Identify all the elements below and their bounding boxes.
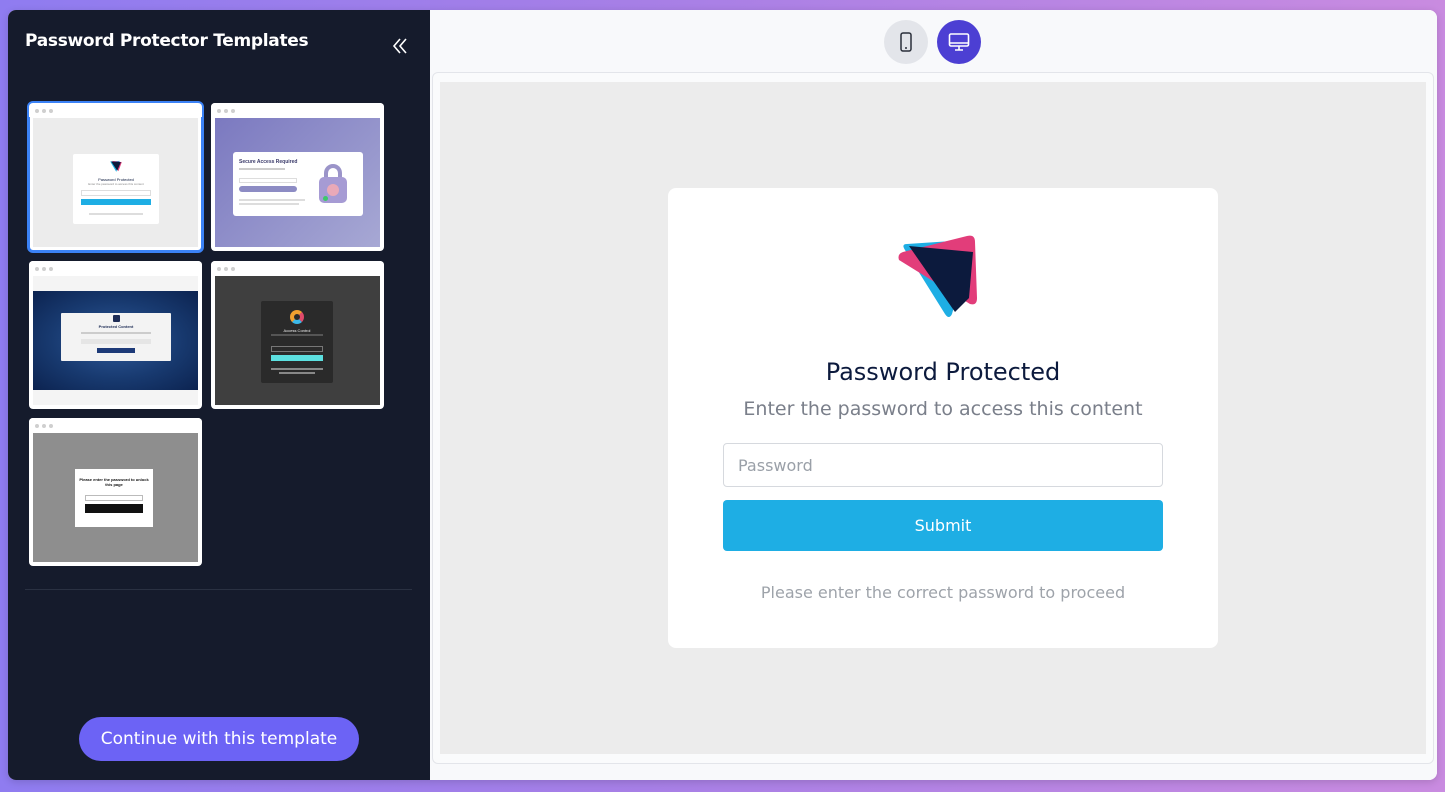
thumb-browser-bar [211,103,384,117]
colorful-logo-icon [290,310,304,324]
lock-icon [113,315,120,322]
thumb-heading: Secure Access Required [239,159,298,165]
thumb-screen: Secure Access Required [215,118,380,247]
main-preview-panel: Password Protected Enter the password to… [430,10,1437,780]
thumb-browser-bar [29,103,202,117]
template-thumb-4[interactable]: Access Control [211,261,384,409]
thumb-heading: Access Control [283,328,311,333]
card-title: Password Protected [825,358,1061,386]
mobile-view-button[interactable] [884,20,928,64]
card-subtitle: Enter the password to access this conten… [743,398,1143,420]
template-thumb-5[interactable]: Please enter the password to unlock this… [29,418,202,566]
thumb-screen: Password Protected Enter the password to… [33,118,198,247]
card-note: Please enter the correct password to pro… [760,583,1126,602]
app-window: Password Protector Templates Password Pr… [8,10,1437,780]
sidebar-title: Password Protector Templates [25,31,309,51]
thumb-browser-bar [29,261,202,275]
thumb-heading: Protected Content [98,324,134,329]
continue-button[interactable]: Continue with this template [79,717,359,761]
password-card: Password Protected Enter the password to… [668,188,1218,648]
double-chevron-left-icon [392,38,407,54]
template-thumb-2[interactable]: Secure Access Required [211,103,384,251]
password-input[interactable] [723,443,1163,487]
thumb-browser-bar [29,418,202,432]
template-thumb-1[interactable]: Password Protected Enter the password to… [27,101,204,253]
sidebar-divider [25,589,412,590]
thumb-screen: Please enter the password to unlock this… [33,433,198,562]
template-thumb-3[interactable]: Protected Content [29,261,202,409]
padlock-icon [319,164,347,204]
submit-button[interactable]: Submit [723,500,1163,551]
thumb-screen: Protected Content [33,276,198,405]
mobile-phone-icon [900,32,912,52]
thumb-screen: Access Control [215,276,380,405]
thumb-heading: Please enter the password to unlock this… [79,477,149,487]
sidebar: Password Protector Templates Password Pr… [8,10,430,780]
thumb-browser-bar [211,261,384,275]
thumb-sub: Enter the password to access this conten… [88,182,144,186]
preview-canvas: Password Protected Enter the password to… [440,82,1426,754]
desktop-monitor-icon [948,33,970,51]
desktop-view-button[interactable] [937,20,981,64]
triangle-logo [898,235,977,317]
collapse-sidebar-button[interactable] [388,34,412,58]
